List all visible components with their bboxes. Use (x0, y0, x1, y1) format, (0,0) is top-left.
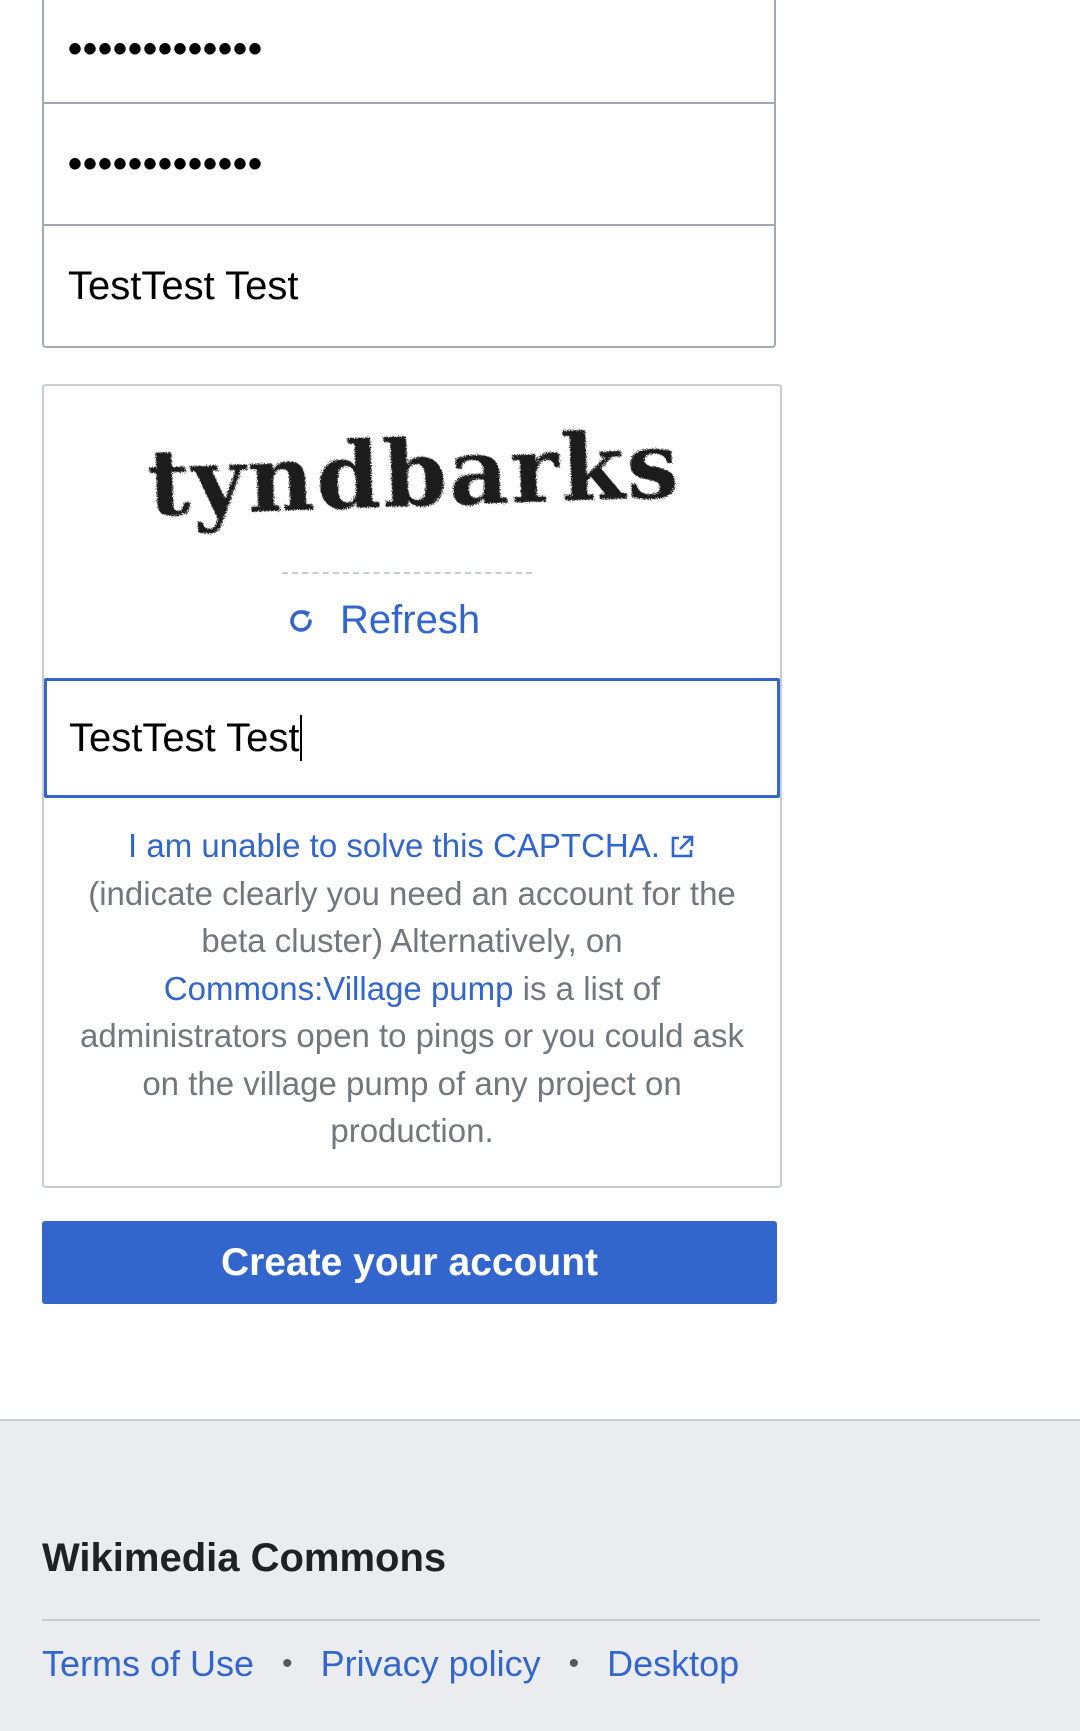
footer-separator: • (282, 1647, 293, 1680)
real-name-value: TestTest Test (68, 263, 299, 308)
captcha-image: tyndbarks (146, 414, 683, 537)
text-caret (300, 715, 303, 761)
captcha-image-text: tyndbarks (146, 414, 683, 537)
footer-links: Terms of Use • Privacy policy • Desktop (42, 1643, 739, 1685)
captcha-input-value: TestTest Test (69, 715, 300, 760)
create-account-button[interactable]: Create your account (42, 1221, 777, 1304)
captcha-divider (282, 572, 532, 574)
privacy-policy-link[interactable]: Privacy policy (321, 1643, 541, 1685)
footer-separator: • (568, 1647, 580, 1680)
confirm-password-field[interactable]: ••••••••••••• (42, 102, 776, 226)
footer-site-name: Wikimedia Commons (42, 1536, 447, 1580)
external-link-icon (671, 835, 694, 858)
confirm-password-value: ••••••••••••• (68, 141, 264, 186)
refresh-icon (290, 609, 312, 632)
village-pump-link[interactable]: Commons:Village pump (164, 970, 514, 1007)
captcha-help-text: I am unable to solve this CAPTCHA. (indi… (62, 822, 762, 1155)
password-value: ••••••••••••• (68, 26, 264, 71)
refresh-captcha-button[interactable]: Refresh (284, 598, 480, 643)
desktop-view-link[interactable]: Desktop (607, 1643, 739, 1685)
account-creation-page: ••••••••••••• ••••••••••••• TestTest Tes… (0, 0, 1080, 1731)
captcha-input[interactable]: TestTest Test (44, 678, 780, 798)
password-field[interactable]: ••••••••••••• (42, 0, 776, 104)
unable-to-solve-captcha-link[interactable]: I am unable to solve this CAPTCHA. (128, 827, 696, 864)
signup-fields: ••••••••••••• ••••••••••••• TestTest Tes… (42, 0, 776, 348)
real-name-field[interactable]: TestTest Test (42, 224, 776, 348)
terms-of-use-link[interactable]: Terms of Use (42, 1643, 254, 1685)
footer: Wikimedia Commons Terms of Use • Privacy… (0, 1419, 1080, 1731)
captcha-box: tyndbarks Refresh TestTest Test I am una… (42, 384, 782, 1188)
refresh-label: Refresh (340, 598, 481, 642)
help-text-part-1: (indicate clearly you need an account fo… (88, 874, 736, 960)
footer-divider (42, 1619, 1040, 1621)
